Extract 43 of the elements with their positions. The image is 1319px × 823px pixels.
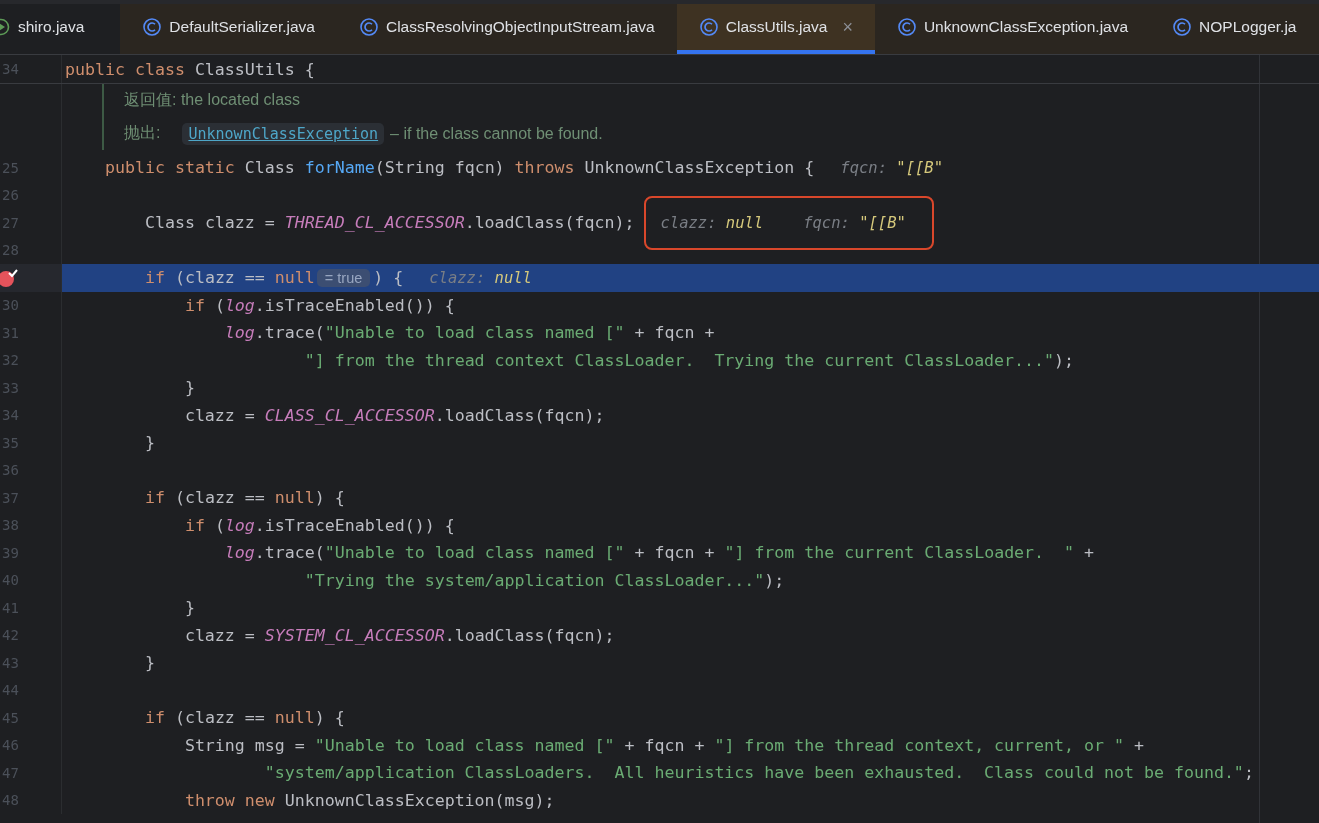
code-line: } (184, 378, 195, 398)
inline-value-hint: clazz: null (660, 213, 764, 232)
code-line: throw new UnknownClassException(msg); (184, 790, 555, 810)
code-line: if (clazz == null (144, 268, 315, 288)
editor-tab[interactable]: shiro.java (0, 4, 121, 54)
inline-value-hint: fqcn: "[[B" (803, 213, 906, 232)
code-line: "Trying the system/application ClassLoader..."); (304, 570, 785, 590)
editor-tab[interactable]: DefaultSerializer.java (120, 4, 337, 54)
code-line: ) { (373, 268, 404, 288)
code-line: String msg = "Unable to load class named [" + fqcn + "] from the thread context, current, or " + (184, 735, 1144, 755)
code-line: } (144, 433, 155, 453)
code-line: if (clazz == null) { (144, 488, 345, 508)
code-line: } (144, 653, 155, 673)
inline-value-hint: clazz: null (429, 268, 532, 287)
code-line: log.trace("Unable to load class named [" + fqcn + "] from the current ClassLoader. " + (224, 543, 1095, 563)
evaluation-chip: = true (316, 268, 371, 287)
editor-tab[interactable]: UnknownClassException.java (874, 4, 1151, 54)
doc-return-text: 返回值: the located class (124, 90, 301, 110)
code-line: clazz = SYSTEM_CL_ACCESSOR.loadClass(fqcn); (184, 625, 615, 645)
code-line: Class clazz = THREAD_CL_ACCESSOR.loadClass(fqcn); (144, 213, 635, 233)
inline-value-hint: fqcn: "[[B" (840, 158, 943, 177)
class-icon (1172, 17, 1193, 37)
doc-throws-text: – if the class cannot be found. (390, 124, 603, 143)
doc-throws-label: 抛出: (124, 123, 161, 143)
code-line: public class ClassUtils { (65, 59, 315, 79)
code-line: log.trace("Unable to load class named [" + fqcn + (224, 323, 715, 343)
exception-link[interactable]: UnknownClassException (182, 122, 385, 145)
code-line: "system/application ClassLoaders. All heuristics have been exhausted. Class could not be found."; (264, 763, 1254, 783)
class-icon (698, 17, 719, 37)
code-line: if (clazz == null) { (144, 708, 345, 728)
code-line: clazz = CLASS_CL_ACCESSOR.loadClass(fqcn); (184, 405, 605, 425)
code-line: public static Class forName(String fqcn) throws UnknownClassException { (104, 158, 815, 178)
close-icon[interactable]: × (842, 16, 853, 38)
class-icon (896, 17, 917, 37)
editor-tab[interactable]: NOPLogger.ja (1150, 4, 1319, 54)
editor-tab[interactable]: ClassResolvingObjectInputStream.java (336, 4, 677, 54)
class-icon (358, 17, 379, 37)
code-line: if (log.isTraceEnabled()) { (184, 295, 455, 315)
code-line: "] from the thread context ClassLoader. Trying the current ClassLoader..."); (304, 350, 1075, 370)
editor-tab[interactable]: ClassUtils.java × (676, 4, 875, 54)
class-icon (142, 17, 163, 37)
code-line: } (184, 598, 195, 618)
code-line: if (log.isTraceEnabled()) { (184, 515, 455, 535)
